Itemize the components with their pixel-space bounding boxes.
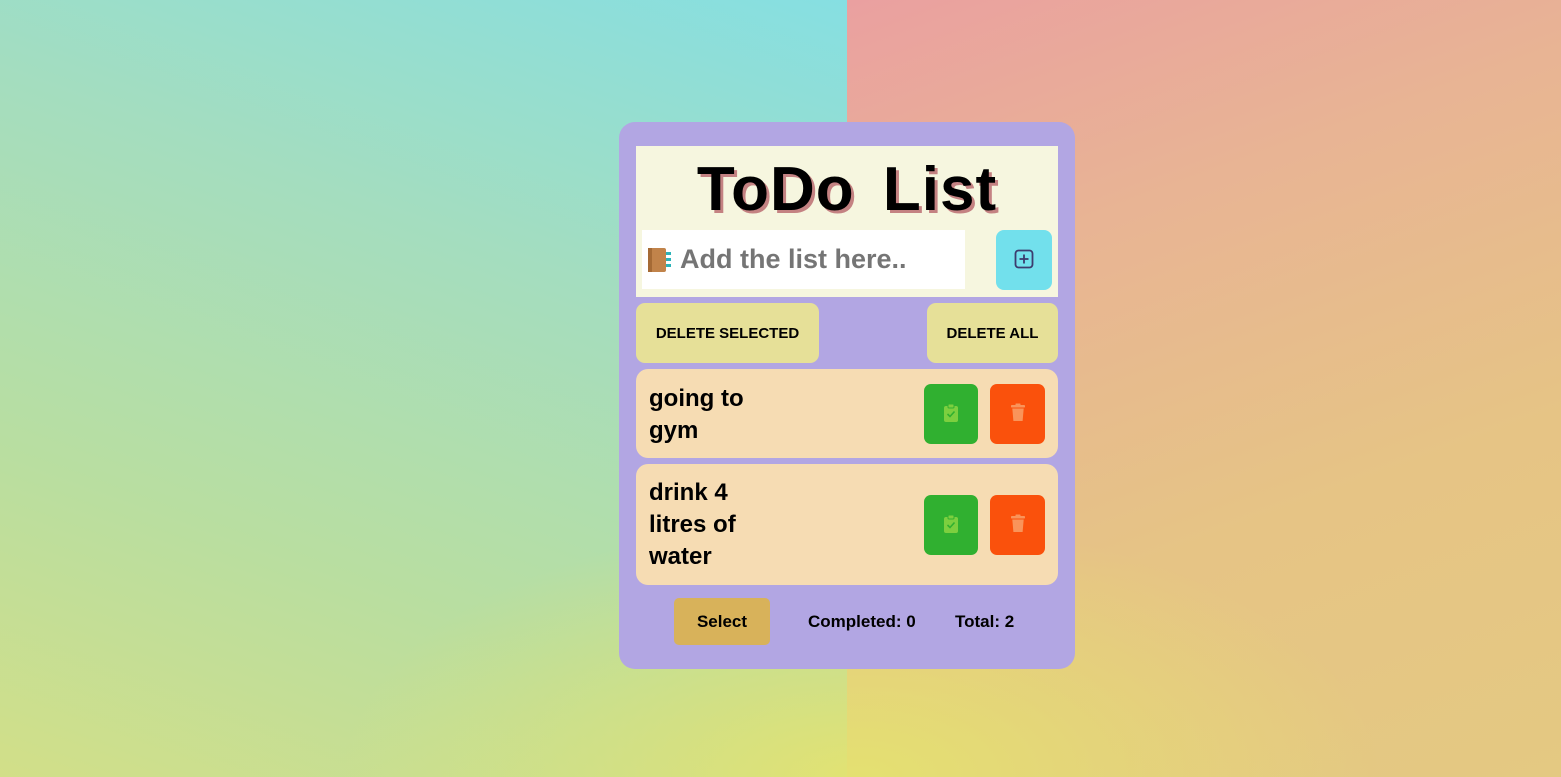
- app-title: ToDo List: [696, 155, 998, 224]
- delete-selected-button[interactable]: DELETE SELECTED: [636, 303, 819, 363]
- delete-task-button[interactable]: [990, 495, 1045, 555]
- task-text: going to gym: [649, 385, 744, 444]
- todo-input[interactable]: [680, 236, 960, 282]
- completed-count: Completed: 0: [808, 612, 916, 631]
- mark-done-button[interactable]: [924, 495, 978, 555]
- delete-task-button[interactable]: [990, 384, 1045, 444]
- clipboard-check-icon: [943, 514, 959, 537]
- input-container: [642, 230, 965, 289]
- todo-card: ToDo List DEL: [619, 122, 1075, 669]
- task-item: drink 4 litres of water: [636, 464, 1058, 585]
- clipboard-check-icon: [943, 403, 959, 426]
- delete-all-button[interactable]: DELETE ALL: [927, 303, 1058, 363]
- add-button[interactable]: [996, 230, 1052, 290]
- trash-icon: [1010, 514, 1026, 536]
- total-count: Total: 2: [955, 612, 1015, 631]
- trash-icon: [1010, 403, 1026, 425]
- select-button[interactable]: Select: [674, 598, 770, 645]
- task-text: drink 4 litres of water: [649, 479, 736, 570]
- notebook-icon: [645, 246, 673, 274]
- plus-square-icon: [1013, 248, 1035, 273]
- todo-header: ToDo List: [636, 146, 1058, 297]
- mark-done-button[interactable]: [924, 384, 978, 444]
- task-item: going to gym: [636, 369, 1058, 458]
